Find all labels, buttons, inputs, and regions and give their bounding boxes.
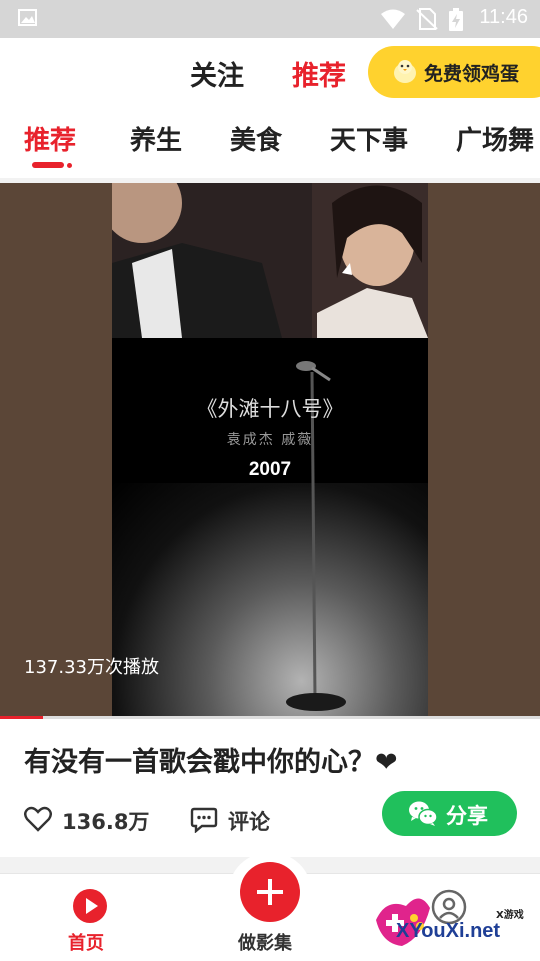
watermark-text: XYouXi.net bbox=[396, 920, 501, 942]
video-frame: 《外滩十八号》 袁成杰 戚薇 2007 bbox=[112, 183, 428, 716]
song-artists: 袁成杰 戚薇 bbox=[226, 432, 314, 448]
like-count: 136.8万 bbox=[62, 810, 150, 834]
category-tabs: 推荐 养生 美食 天下事 广场舞 bbox=[0, 106, 540, 178]
video-progress-bar[interactable] bbox=[0, 716, 540, 719]
category-tab-recommend[interactable]: 推荐 bbox=[24, 120, 76, 157]
video-player[interactable]: 《外滩十八号》 袁成杰 戚薇 2007 137.33万次播放 bbox=[0, 183, 540, 716]
heart-icon[interactable] bbox=[24, 806, 52, 832]
plus-icon bbox=[257, 879, 283, 905]
share-label: 分享 bbox=[446, 804, 488, 828]
nav-home-label[interactable]: 首页 bbox=[68, 929, 104, 955]
active-tab-indicator-dot bbox=[67, 163, 72, 168]
song-year: 2007 bbox=[248, 459, 292, 480]
wechat-icon bbox=[409, 801, 438, 826]
tab-recommend[interactable]: 推荐 bbox=[292, 54, 346, 93]
battery-charging-icon bbox=[449, 8, 463, 31]
post-title: 有没有一首歌会戳中你的心？❤ bbox=[24, 747, 398, 778]
create-album-label[interactable]: 做影集 bbox=[238, 929, 292, 955]
category-tab-square-dance[interactable]: 广场舞 bbox=[456, 120, 534, 157]
chick-icon bbox=[394, 60, 416, 83]
play-count: 137.33万次播放 bbox=[24, 657, 159, 678]
tab-follow[interactable]: 关注 bbox=[190, 54, 244, 93]
category-tab-food[interactable]: 美食 bbox=[230, 120, 282, 157]
couple-image bbox=[112, 183, 428, 338]
watermark-small-text: X游戏 bbox=[496, 910, 524, 921]
create-album-button[interactable] bbox=[240, 862, 300, 922]
status-bar: 11:46 bbox=[0, 0, 540, 38]
top-header: 关注 推荐 免费领鸡蛋 bbox=[0, 38, 540, 106]
video-progress-fill bbox=[0, 716, 44, 719]
video-photo bbox=[112, 183, 428, 338]
stage-light bbox=[112, 483, 428, 716]
status-time: 11:46 bbox=[479, 6, 528, 28]
no-sim-icon bbox=[416, 8, 438, 30]
comment-button-label[interactable]: 评论 bbox=[228, 806, 270, 836]
image-icon bbox=[18, 9, 37, 26]
wifi-icon bbox=[381, 9, 405, 29]
category-tab-health[interactable]: 养生 bbox=[130, 120, 182, 157]
active-tab-indicator bbox=[32, 162, 64, 168]
free-egg-button[interactable]: 免费领鸡蛋 bbox=[368, 46, 540, 98]
category-tab-world[interactable]: 天下事 bbox=[330, 120, 408, 157]
free-egg-label: 免费领鸡蛋 bbox=[424, 63, 520, 85]
song-title: 《外滩十八号》 bbox=[196, 397, 344, 421]
comment-icon[interactable] bbox=[190, 805, 218, 833]
share-button[interactable]: 分享 bbox=[382, 791, 517, 836]
home-play-icon[interactable] bbox=[72, 888, 108, 924]
